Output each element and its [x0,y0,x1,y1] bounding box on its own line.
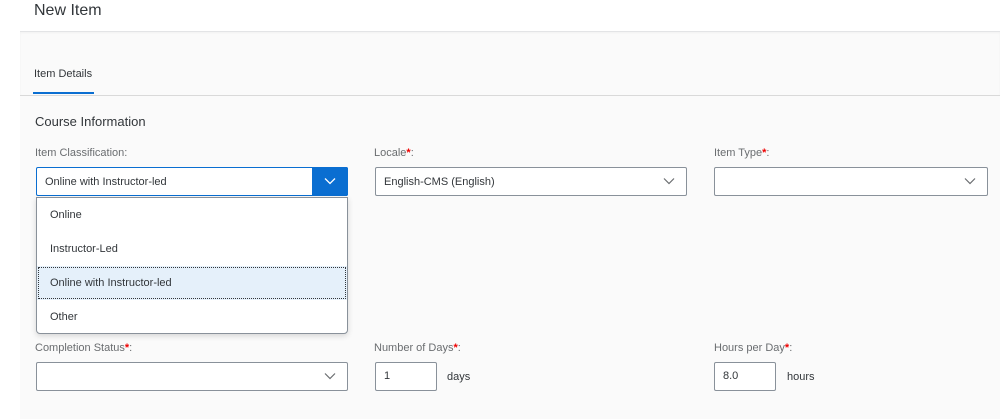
completion-status-label: Completion Status*: [35,342,133,354]
locale-label: Locale*: [374,147,414,159]
number-of-days-label: Number of Days*: [374,342,461,354]
option-online-with-instructor-led[interactable]: Online with Instructor-led [37,266,347,300]
tab-active-indicator [33,92,94,94]
hours-unit-label: hours [787,371,815,383]
option-instructor-led[interactable]: Instructor-Led [37,232,347,266]
item-classification-options-list: Online Instructor-Led Online with Instru… [36,197,348,334]
chevron-down-icon [324,178,336,185]
hours-per-day-label: Hours per Day*: [714,342,793,354]
chevron-down-icon [324,373,336,380]
days-unit-label: days [447,371,471,383]
section-title: Course Information [35,114,146,129]
item-classification-value: Online with Instructor-led [45,176,167,188]
locale-value: English-CMS (English) [384,176,495,188]
hours-per-day-input[interactable]: 8.0 [714,362,776,391]
option-other[interactable]: Other [37,300,347,334]
item-classification-dropdown-button[interactable] [312,167,348,196]
completion-status-select[interactable] [36,362,348,391]
locale-select[interactable]: English-CMS (English) [375,167,687,196]
chevron-down-icon [663,178,675,185]
item-type-label: Item Type*: [714,147,770,159]
item-type-select[interactable] [714,167,988,196]
tab-item-details[interactable]: Item Details [34,68,92,80]
item-classification-label: Item Classification: [35,147,128,159]
item-classification-select[interactable]: Online with Instructor-led [36,167,348,196]
number-of-days-input[interactable]: 1 [375,362,437,391]
page-title: New Item [34,2,102,19]
option-online[interactable]: Online [37,198,347,232]
tab-bar: Item Details [20,31,1000,96]
chevron-down-icon [964,178,976,185]
